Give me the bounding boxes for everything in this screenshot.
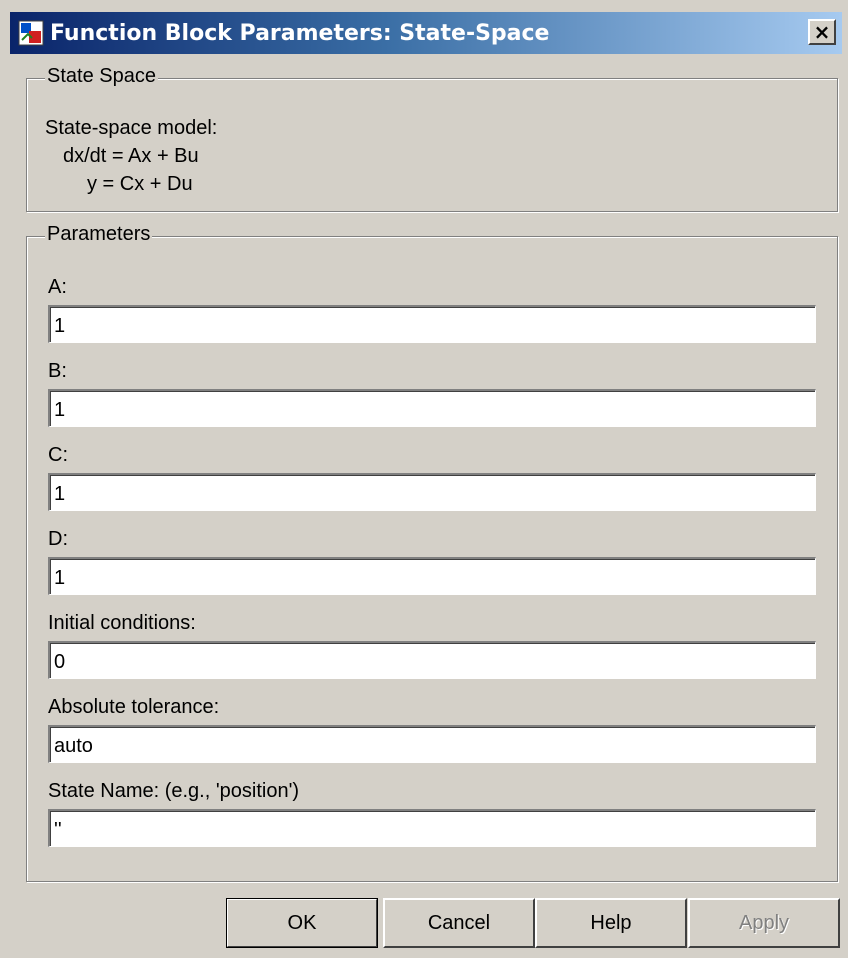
absolute-tolerance-input[interactable] — [48, 725, 816, 763]
window-title: Function Block Parameters: State-Space — [50, 20, 550, 46]
a-matrix-input[interactable] — [48, 305, 816, 343]
state-space-legend: State Space — [45, 65, 158, 88]
state-name-input[interactable] — [48, 809, 816, 847]
d-matrix-input[interactable] — [48, 557, 816, 595]
label-c: C: — [48, 444, 68, 466]
label-absolute-tolerance: Absolute tolerance: — [48, 696, 220, 718]
label-state-name: State Name: (e.g., 'position') — [48, 780, 300, 802]
close-icon: × — [813, 20, 831, 44]
label-d: D: — [48, 528, 68, 550]
dialog-window: Function Block Parameters: State-Space ×… — [0, 0, 848, 958]
help-button[interactable]: Help — [535, 898, 687, 948]
label-b: B: — [48, 360, 67, 382]
state-space-group: State Space State-space model: dx/dt = A… — [26, 65, 838, 212]
ok-button[interactable]: OK — [226, 898, 378, 948]
state-equation-line: dx/dt = Ax + Bu — [63, 145, 199, 167]
output-equation-line: y = Cx + Du — [87, 173, 193, 195]
close-button[interactable]: × — [808, 19, 836, 45]
label-a: A: — [48, 276, 67, 298]
b-matrix-input[interactable] — [48, 389, 816, 427]
simulink-block-icon — [18, 20, 44, 46]
model-description-line: State-space model: — [45, 117, 218, 139]
parameters-legend: Parameters — [45, 223, 153, 246]
cancel-button[interactable]: Cancel — [383, 898, 535, 948]
apply-button[interactable]: Apply — [688, 898, 840, 948]
label-initial-conditions: Initial conditions: — [48, 612, 196, 634]
c-matrix-input[interactable] — [48, 473, 816, 511]
title-bar[interactable]: Function Block Parameters: State-Space × — [10, 12, 842, 54]
initial-conditions-input[interactable] — [48, 641, 816, 679]
